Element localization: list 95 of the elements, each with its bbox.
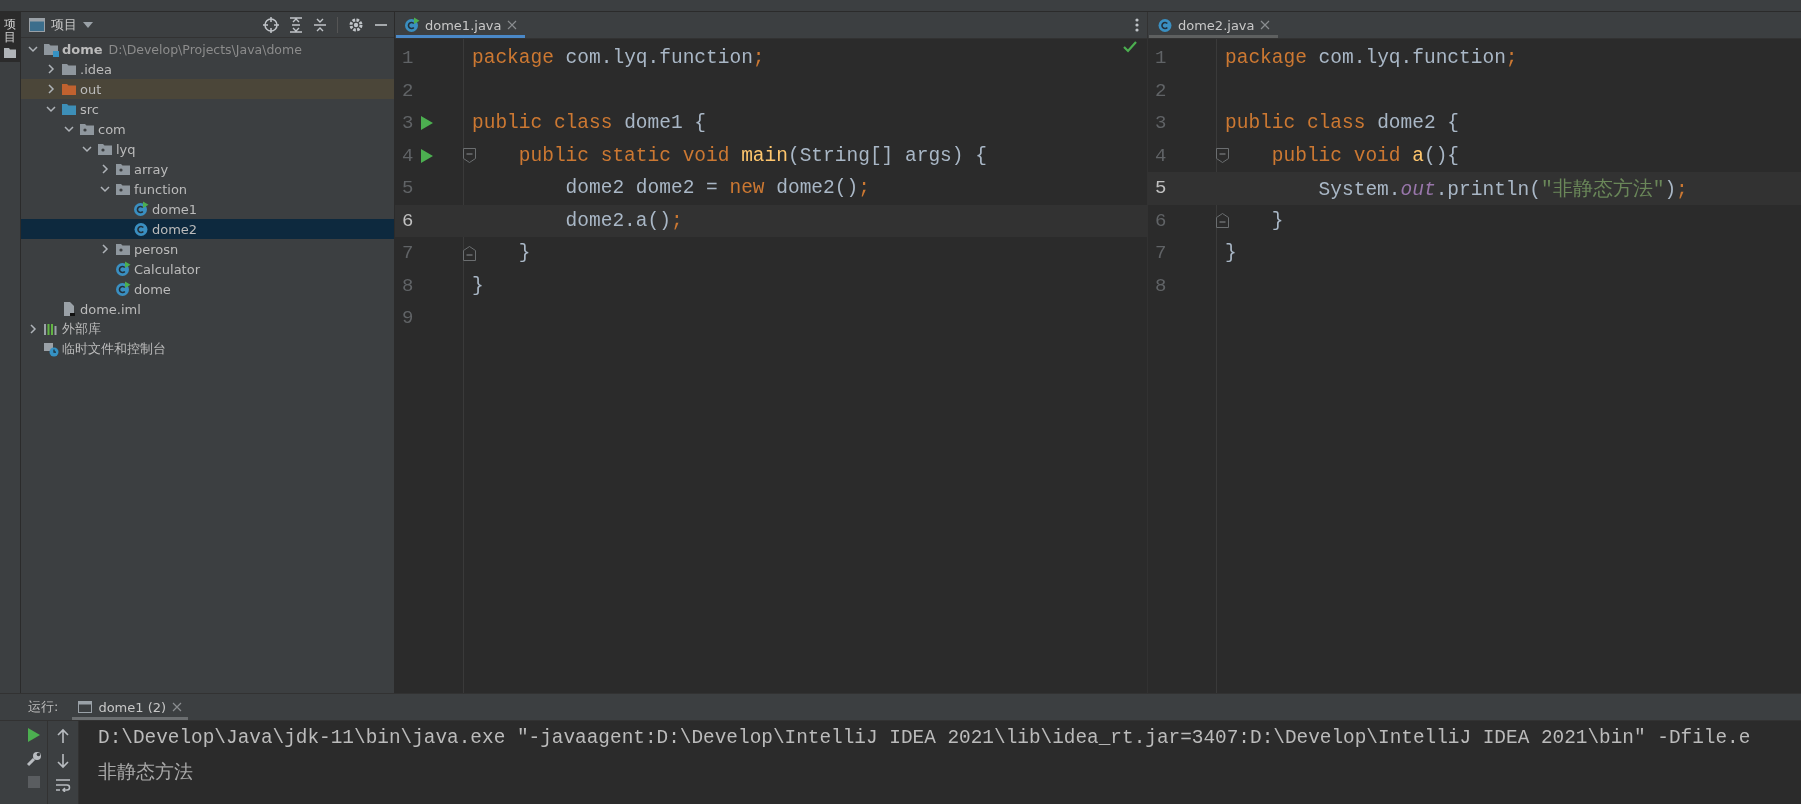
file-icon [61,301,77,317]
line-number: 8 [1155,274,1168,297]
runnable-class-icon [404,17,420,33]
line-number: 4 [1155,144,1168,167]
package-icon [115,181,131,197]
tree-item[interactable]: dome.iml [21,299,394,319]
code-line: dome2.a(); [564,209,683,232]
tree-item[interactable]: dome D:\Develop\Projects\Java\dome [21,39,394,59]
code-line: } [1270,209,1284,232]
panel-label: 运行: [28,698,59,716]
line-number: 6 [402,209,415,232]
module-icon [43,41,59,57]
code-line: public static void main(String[] args) { [517,144,987,167]
down-arrow-icon[interactable] [57,753,69,769]
play-icon[interactable] [420,147,434,164]
console-icon [78,701,93,713]
caret-icon [83,21,93,28]
tree-item[interactable]: .idea [21,59,394,79]
stop-icon [28,776,40,788]
package-icon [97,141,113,157]
play-icon[interactable] [420,115,434,132]
library-icon [43,321,59,337]
close-icon[interactable] [172,702,183,712]
expand-all-icon[interactable] [289,16,303,33]
up-arrow-icon[interactable] [57,728,69,744]
fold-icon[interactable] [463,245,476,261]
line-number: 5 [1155,177,1168,200]
wrap-lines-icon[interactable] [55,778,71,792]
tree-item[interactable]: 临时文件和控制台 [21,339,394,359]
line-number: 7 [402,242,415,265]
fold-icon[interactable] [463,148,476,164]
fold-icon[interactable] [1216,148,1229,164]
line-number: 1 [402,47,415,70]
package-icon [115,241,131,257]
code-line: public class dome2 { [1225,112,1460,135]
wrench-icon[interactable] [26,751,42,767]
console-line: D:\Develop\Java\jdk-11\bin\java.exe "-javaagent:D:\Develop\IntelliJ IDEA 2021\lib\idea_rt.jar=3407:D:\Develop\IntelliJ IDEA 2021\bin" -Dfile.e [98,727,1751,749]
folder-icon [61,101,77,117]
tree-item[interactable]: lyq [21,139,394,159]
close-icon[interactable] [506,20,517,30]
console-line: 非静态方法 [98,760,193,783]
tree-item[interactable]: dome1 [21,199,394,219]
line-number: 7 [1155,242,1168,265]
settings-icon[interactable] [348,16,364,33]
folder-icon [61,61,77,77]
window-icon [29,17,45,32]
runnable-class-icon [115,281,131,297]
line-number: 3 [402,112,415,135]
tree-item[interactable]: 外部库 [21,319,394,339]
code-line: public void a(){ [1270,144,1460,167]
module-path: D:\Develop\Projects\Java\dome [108,41,302,57]
code-line: package com.lyq.function; [1225,47,1518,70]
folder-icon [61,81,77,97]
line-number: 5 [402,177,415,200]
tool-window-tab[interactable]: 项目 [0,12,20,63]
code-line: } [1225,242,1237,265]
view-selector[interactable]: 项目 [29,15,93,34]
code-line: } [472,274,484,297]
runnable-class-icon [115,261,131,277]
collapse-all-icon[interactable] [313,16,327,33]
play-icon[interactable] [28,728,40,742]
code-line: package com.lyq.function; [472,47,765,70]
code-line: System.out.println("非静态方法"); [1317,177,1688,202]
folder-icon [4,48,16,59]
package-icon [115,161,131,177]
class-icon [1157,17,1173,33]
code-line: public class dome1 { [472,112,707,135]
fold-icon[interactable] [1216,213,1229,229]
line-number: 2 [402,79,415,102]
line-number: 8 [402,274,415,297]
line-number: 1 [1155,47,1168,70]
line-number: 3 [1155,112,1168,135]
runnable-class-icon [133,201,149,217]
tree-item[interactable]: com [21,119,394,139]
package-icon [79,121,95,137]
code-line: } [517,242,531,265]
line-number: 2 [1155,79,1168,102]
tree-item[interactable]: dome2 [21,219,394,239]
line-number: 9 [402,307,415,330]
tree-item[interactable]: perosn [21,239,394,259]
scratch-file-icon [43,341,59,357]
line-number: 4 [402,144,415,167]
tree-item[interactable]: dome [21,279,394,299]
more-icon[interactable] [1135,17,1139,33]
run-tab[interactable]: dome1 (2) [72,694,189,720]
crosshair-icon[interactable] [263,16,279,33]
tree-item[interactable]: function [21,179,394,199]
line-number: 6 [1155,209,1168,232]
class-icon [133,221,149,237]
tree-item[interactable]: out [21,79,394,99]
tree-item[interactable]: array [21,159,394,179]
code-line: dome2 dome2 = new dome2(); [564,177,870,200]
tree-item[interactable]: Calculator [21,259,394,279]
tree-item[interactable]: src [21,99,394,119]
close-icon[interactable] [1259,20,1270,30]
